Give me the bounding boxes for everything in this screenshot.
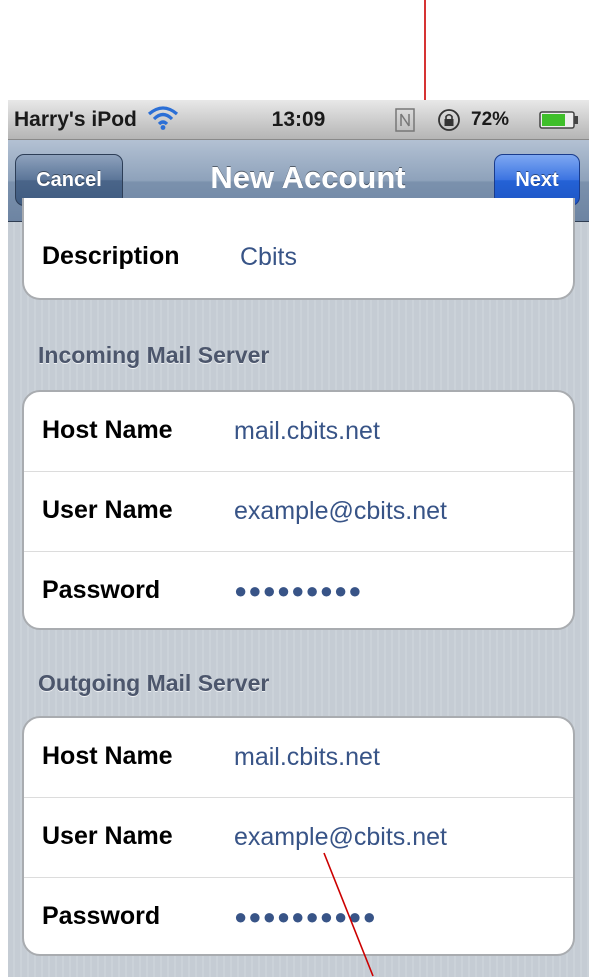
incoming-username-field[interactable]: example@cbits.net bbox=[234, 497, 447, 526]
sync-icon bbox=[395, 108, 415, 132]
description-label: Description bbox=[42, 242, 180, 270]
battery-percent: 72% bbox=[471, 109, 510, 130]
incoming-server-group: Host Name mail.cbits.net User Name examp… bbox=[22, 390, 575, 630]
incoming-host-field[interactable]: mail.cbits.net bbox=[234, 417, 380, 446]
incoming-password-label: Password bbox=[42, 576, 161, 604]
status-bar: Harry's iPod 13:09 72% bbox=[8, 100, 589, 140]
outgoing-server-group: Host Name mail.cbits.net User Name examp… bbox=[22, 716, 575, 956]
incoming-password-row[interactable]: Password ●●●●●●●●● bbox=[24, 552, 573, 628]
incoming-username-row[interactable]: User Name example@cbits.net bbox=[24, 472, 573, 552]
annotation-arrow-bottom bbox=[323, 852, 374, 977]
outgoing-password-label: Password bbox=[42, 902, 161, 930]
page-title: New Account bbox=[210, 160, 406, 195]
outgoing-host-field[interactable]: mail.cbits.net bbox=[234, 743, 380, 772]
incoming-host-row[interactable]: Host Name mail.cbits.net bbox=[24, 392, 573, 472]
description-field[interactable]: Cbits bbox=[240, 243, 297, 272]
outgoing-password-row[interactable]: Password ●●●●●●●●●● bbox=[24, 878, 573, 954]
incoming-username-label: User Name bbox=[42, 496, 173, 524]
outgoing-server-header: Outgoing Mail Server bbox=[38, 670, 270, 696]
phone-screen: Harry's iPod 13:09 72% Cancel New Accoun… bbox=[8, 100, 589, 977]
outgoing-username-field[interactable]: example@cbits.net bbox=[234, 823, 447, 852]
incoming-server-header: Incoming Mail Server bbox=[38, 342, 270, 368]
description-group: Description Cbits bbox=[22, 198, 575, 300]
outgoing-host-label: Host Name bbox=[42, 742, 173, 770]
description-row[interactable]: Description Cbits bbox=[24, 198, 573, 298]
incoming-password-field[interactable]: ●●●●●●●●● bbox=[234, 578, 363, 604]
outgoing-username-row[interactable]: User Name example@cbits.net bbox=[24, 798, 573, 878]
incoming-host-label: Host Name bbox=[42, 416, 173, 444]
outgoing-username-label: User Name bbox=[42, 822, 173, 850]
orientation-lock-icon bbox=[438, 109, 460, 131]
outgoing-host-row[interactable]: Host Name mail.cbits.net bbox=[24, 718, 573, 798]
battery-icon bbox=[539, 111, 578, 129]
